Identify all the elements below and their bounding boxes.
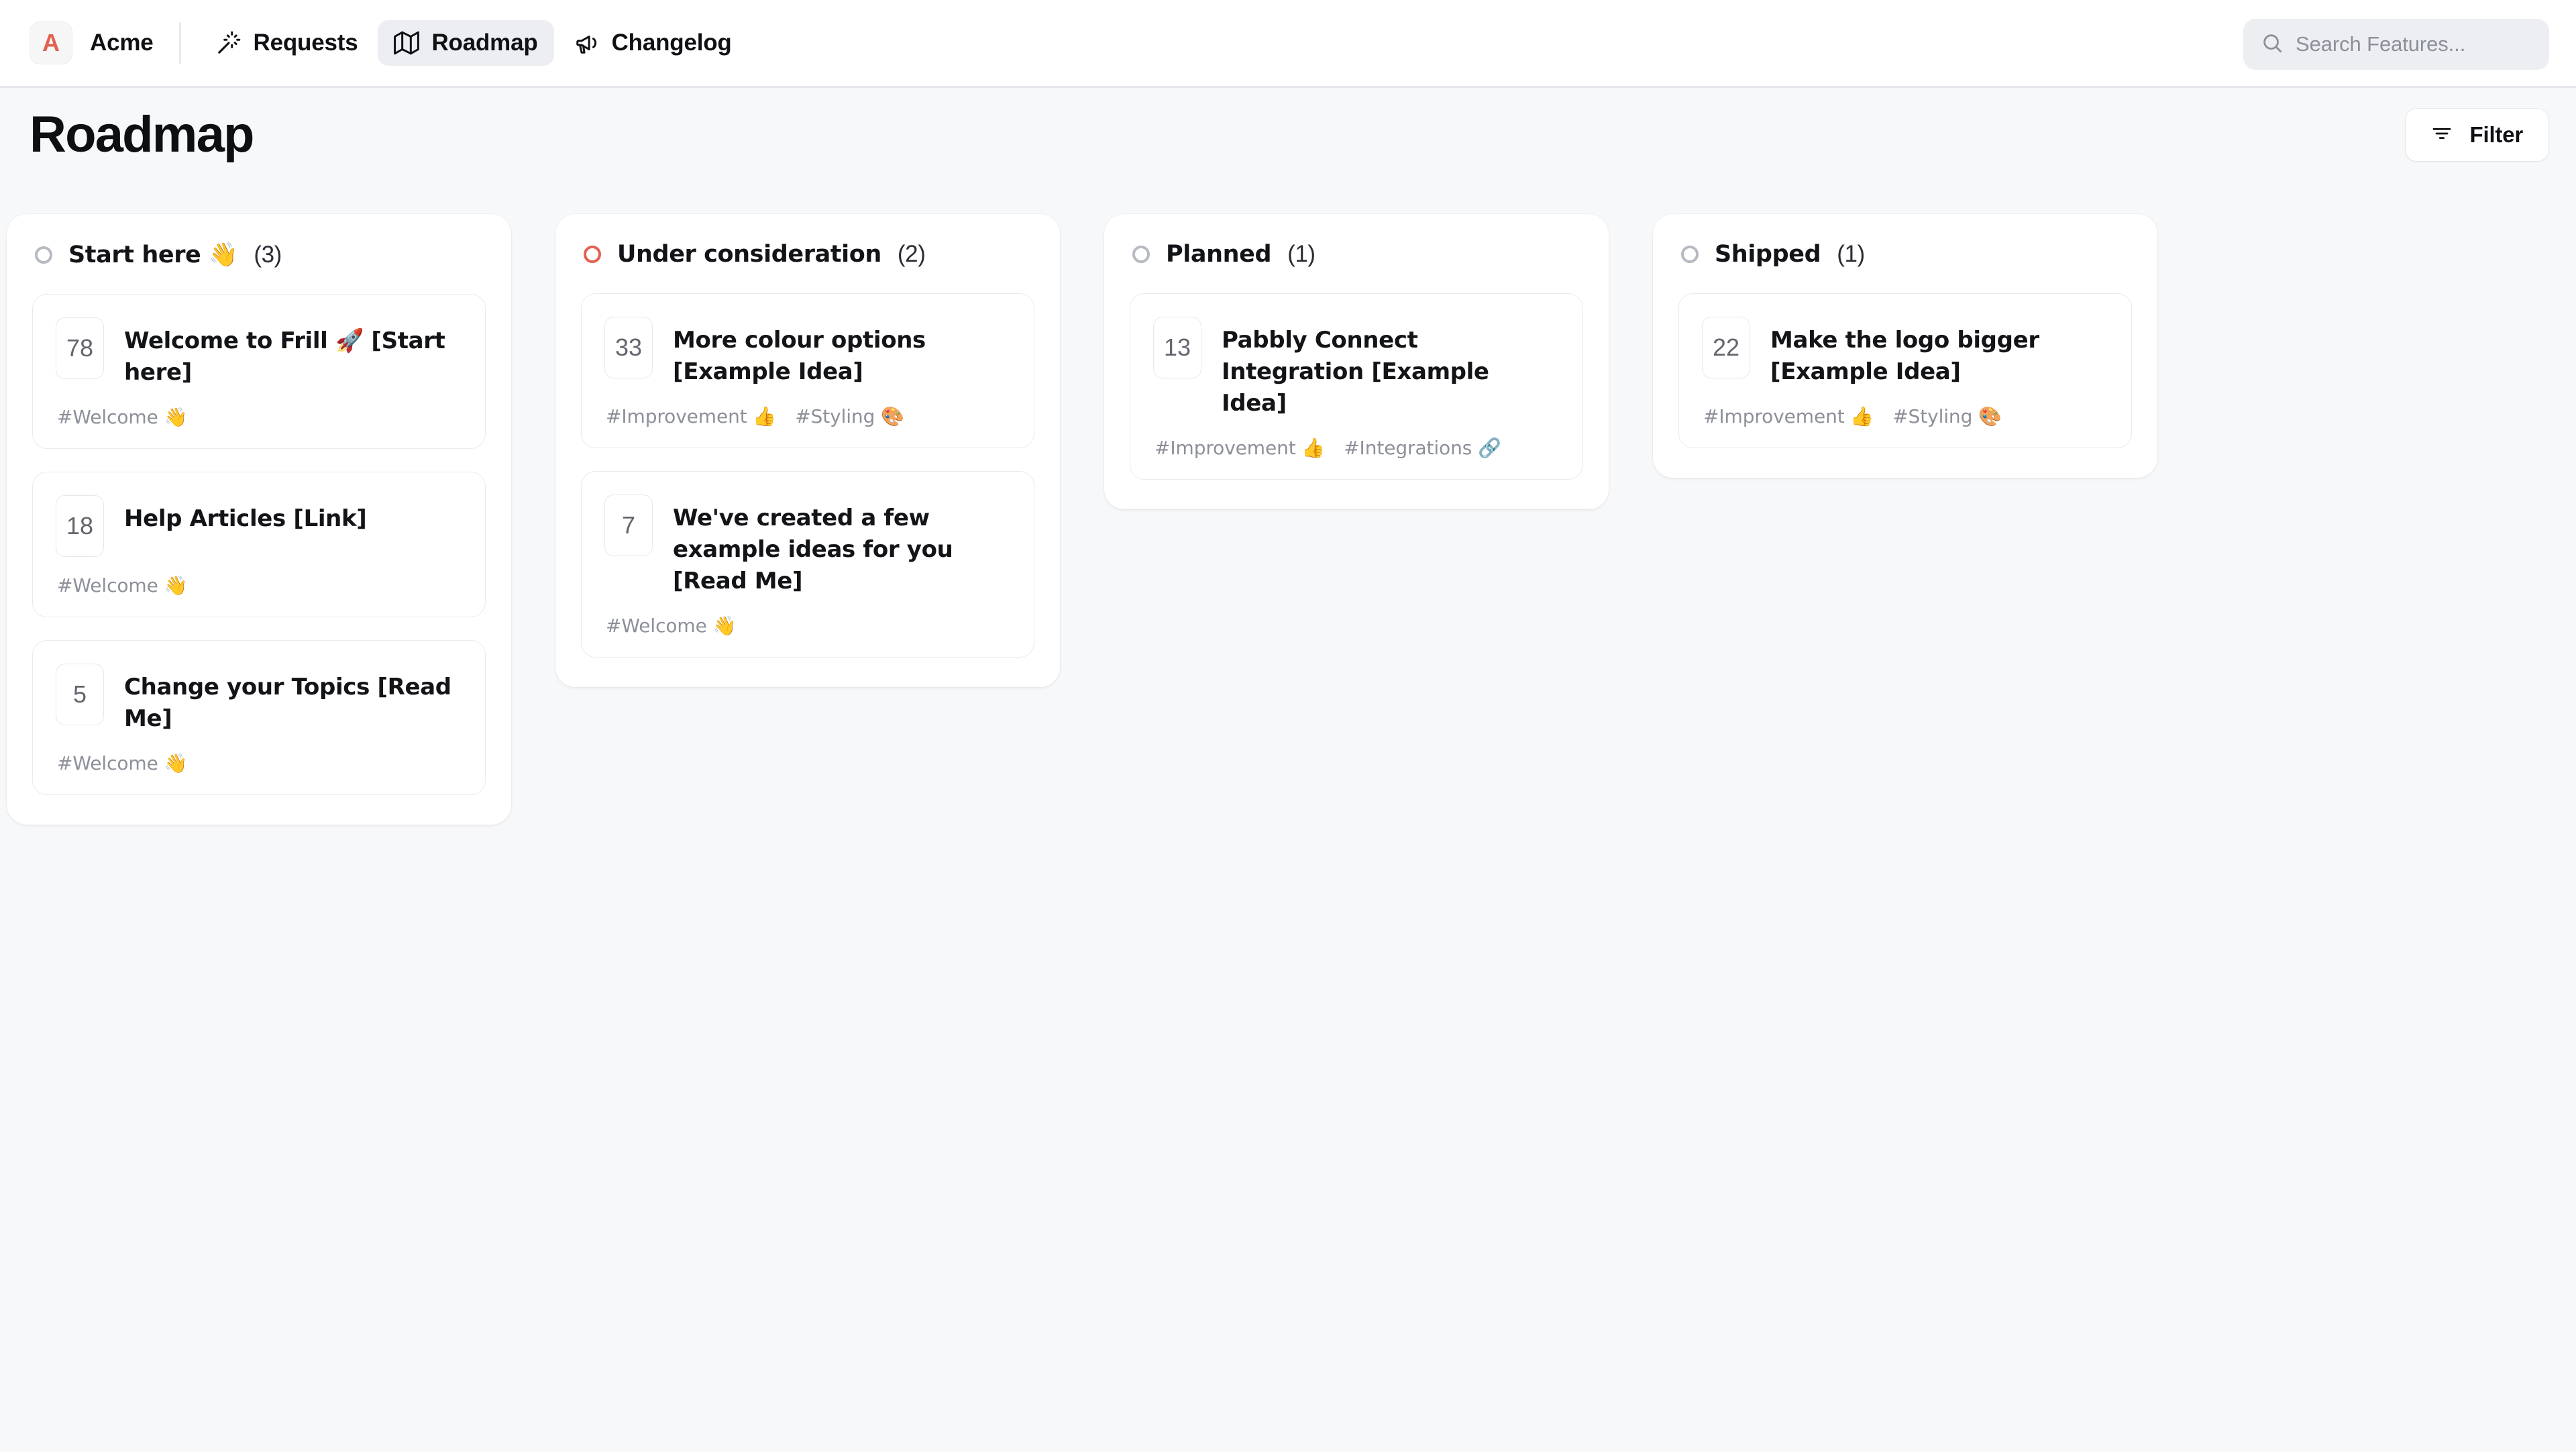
card-tag[interactable]: #Welcome 👋 [606,615,736,637]
vote-count[interactable]: 5 [56,663,104,725]
card-tags: #Welcome 👋 [56,406,462,428]
column-count: (2) [897,241,926,267]
column-title: Start here 👋 [68,242,238,268]
roadmap-card[interactable]: 33 More colour options [Example Idea] #Imp… [581,293,1034,448]
status-dot-icon [584,246,601,263]
card-tag[interactable]: #Improvement 👍 [606,405,776,427]
column-title: Shipped [1715,241,1821,268]
card-tags: #Improvement 👍 #Styling 🎨 [604,405,1011,427]
card-tag[interactable]: #Welcome 👋 [57,752,187,774]
column-title: Planned [1166,241,1272,268]
card-title: Make the logo bigger [Example Idea] [1770,327,2039,385]
card-top: 78 Welcome to Frill 🚀 [Start here] [56,317,462,388]
card-tag[interactable]: #Styling 🎨 [795,405,904,427]
card-title: Pabbly Connect Integration [Example Idea… [1222,327,1489,417]
column-header: Shipped (1) [1678,241,2132,268]
vote-count[interactable]: 7 [604,494,653,556]
roadmap-card[interactable]: 18 Help Articles [Link] #Welcome 👋 [32,471,486,617]
card-tags: #Improvement 👍 #Styling 🎨 [1702,405,2108,427]
card-top: 22 Make the logo bigger [Example Idea] [1702,317,2108,388]
nav-label-roadmap: Roadmap [431,30,538,56]
vote-count[interactable]: 78 [56,317,104,379]
filter-button[interactable]: Filter [2404,108,2549,162]
nav-label-requests: Requests [253,30,358,56]
card-top: 5 Change your Topics [Read Me] [56,663,462,735]
card-title: Change your Topics [Read Me] [124,673,451,732]
brand-name: Acme [90,30,154,56]
column-header: Under consideration (2) [581,241,1034,268]
nav-item-roadmap[interactable]: Roadmap [378,20,554,66]
primary-nav: Requests Roadmap Changelog [200,20,748,66]
roadmap-card[interactable]: 22 Make the logo bigger [Example Idea] #Im… [1678,293,2132,448]
status-dot-icon [35,246,52,264]
card-top: 18 Help Articles [Link] [56,495,462,557]
brand-logo-badge: A [30,21,72,64]
search-placeholder: Search Features... [2296,32,2466,56]
nav-item-requests[interactable]: Requests [200,20,374,66]
search-input[interactable]: Search Features... [2243,19,2549,70]
card-title: Welcome to Frill 🚀 [Start here] [124,327,445,386]
card-tag[interactable]: #Improvement 👍 [1155,437,1325,459]
card-tag[interactable]: #Improvement 👍 [1703,405,1874,427]
page-header: Roadmap Filter [0,88,2576,182]
column-count: (1) [1837,241,1865,267]
column-count: (1) [1287,241,1316,267]
status-dot-icon [1132,246,1150,263]
roadmap-card[interactable]: 78 Welcome to Frill 🚀 [Start here] #Welcom… [32,294,486,449]
status-dot-icon [1681,246,1699,263]
card-tags: #Welcome 👋 [56,752,462,774]
roadmap-card[interactable]: 7 We've created a few example ideas for y… [581,470,1034,658]
card-tag[interactable]: #Integrations 🔗 [1344,437,1501,459]
roadmap-column-planned: Planned (1) 13 Pabbly Connect Integration [… [1104,214,1609,509]
card-top: 13 Pabbly Connect Integration [Example Id… [1153,317,1560,419]
vote-count[interactable]: 18 [56,495,104,557]
roadmap-card[interactable]: 5 Change your Topics [Read Me] #Welcome 👋 [32,639,486,795]
card-tag[interactable]: #Welcome 👋 [57,574,187,597]
search-icon [2261,32,2284,58]
card-title: We've created a few example ideas for yo… [673,504,953,594]
roadmap-card[interactable]: 13 Pabbly Connect Integration [Example Id… [1130,293,1583,480]
map-icon [394,30,420,56]
card-tag[interactable]: #Welcome 👋 [57,406,187,428]
brand[interactable]: A Acme [30,21,172,64]
roadmap-column-shipped: Shipped (1) 22 Make the logo bigger [Exampl… [1653,214,2157,478]
column-title: Under consideration [617,241,881,268]
vote-count[interactable]: 13 [1153,317,1201,378]
card-title: Help Articles [Link] [124,505,367,532]
card-title: More colour options [Example Idea] [673,327,926,385]
vote-count[interactable]: 22 [1702,317,1750,378]
nav-item-changelog[interactable]: Changelog [558,20,748,66]
column-count: (3) [254,241,282,268]
filter-button-label: Filter [2469,122,2524,147]
card-tags: #Improvement 👍 #Integrations 🔗 [1153,437,1560,459]
top-navigation-bar: A Acme Requests Roadmap Changelog Search… [0,0,2576,88]
card-top: 7 We've created a few example ideas for y… [604,494,1011,597]
column-header: Start here 👋 (3) [32,241,486,268]
filter-icon [2431,123,2453,148]
card-top: 33 More colour options [Example Idea] [604,317,1011,388]
roadmap-column-under-consideration: Under consideration (2) 33 More colour opti… [555,214,1060,687]
nav-label-changelog: Changelog [611,30,732,56]
magic-wand-icon [216,30,241,56]
card-tags: #Welcome 👋 [56,574,462,597]
vote-count[interactable]: 33 [604,317,653,378]
megaphone-icon [574,30,600,56]
card-tags: #Welcome 👋 [604,615,1011,637]
nav-divider [178,22,181,64]
column-header: Planned (1) [1130,241,1583,268]
roadmap-column-start-here: Start here 👋 (3) 78 Welcome to Frill 🚀 [Sta… [7,214,511,825]
roadmap-board: Start here 👋 (3) 78 Welcome to Frill 🚀 [Sta… [0,182,2576,825]
page-title: Roadmap [30,106,254,163]
card-tag[interactable]: #Styling 🎨 [1892,405,2002,427]
